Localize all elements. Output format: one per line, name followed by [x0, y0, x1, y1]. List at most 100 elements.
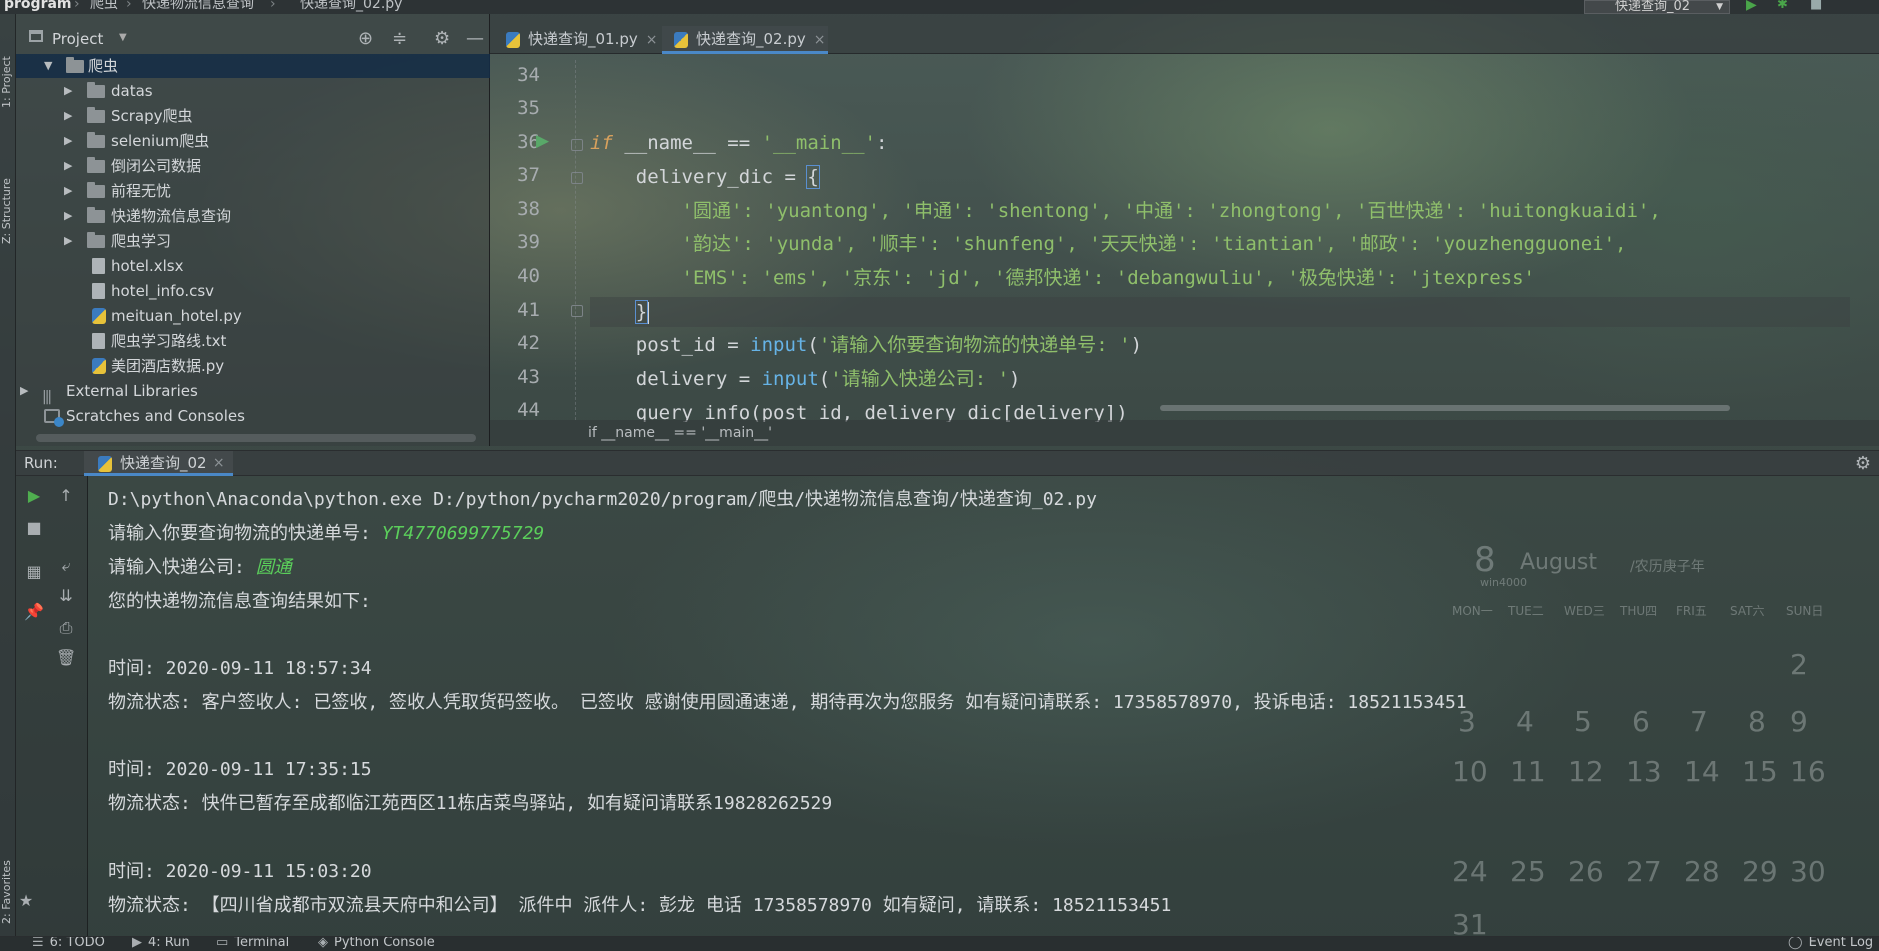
locate-icon[interactable]: ⊕ [358, 28, 373, 49]
stop-icon[interactable]: ■ [1810, 0, 1822, 11]
todo-tool-button[interactable]: ☰ 6: TODO [32, 936, 105, 951]
run-configuration-select[interactable]: 快递查询_02 ▼ [1584, 0, 1730, 14]
code-token: post_id = [590, 334, 751, 356]
bottom-tool-bar: ☰ 6: TODO ▶ 4: Run ▭ Terminal ◈ Python Conso… [0, 936, 1879, 951]
folder-icon [66, 57, 84, 73]
favorites-tool-button[interactable]: 2: Favorites [0, 824, 16, 924]
line-number: 35 [517, 97, 540, 119]
minimize-icon[interactable]: — [466, 28, 484, 49]
soft-wrap-icon[interactable]: ⤶ [56, 556, 76, 576]
chevron-right-icon[interactable]: ▶ [64, 79, 72, 103]
gear-icon[interactable]: ⚙ [434, 28, 450, 49]
tree-item-scrapy[interactable]: ▶ Scrapy爬虫 [16, 104, 490, 128]
code-token: __name__ == [612, 132, 762, 154]
scroll-to-end-icon[interactable]: ⇊ [56, 586, 76, 605]
close-icon[interactable]: × [646, 27, 658, 53]
todo-label: 6: TODO [49, 936, 105, 950]
chevron-right-icon[interactable]: ▶ [64, 154, 72, 178]
tree-item-label: Scratches and Consoles [66, 407, 245, 425]
gear-icon[interactable]: ⚙ [1855, 453, 1871, 474]
code-line-38: '圆通': 'yuantong', '申通': 'shentong', '中通'… [590, 200, 1661, 222]
chevron-right-icon[interactable]: ▶ [64, 229, 72, 253]
tree-item-roadmap-txt[interactable]: 爬虫学习路线.txt [16, 329, 490, 353]
trash-icon[interactable]: 🗑 [56, 648, 76, 667]
star-icon[interactable]: ★ [16, 891, 36, 910]
fold-icon[interactable] [571, 139, 583, 151]
tree-item-closed-companies[interactable]: ▶ 倒闭公司数据 [16, 154, 490, 178]
code-breadcrumb[interactable]: if __name__ == '__main__' [490, 420, 1879, 446]
tree-item-selenium[interactable]: ▶ selenium爬虫 [16, 129, 490, 153]
python-file-icon [674, 32, 688, 48]
tree-item-scratches[interactable]: Scratches and Consoles [16, 404, 490, 428]
run-tool-button[interactable]: ▶ 4: Run [132, 937, 190, 951]
console-line: 时间: 2020-09-11 18:57:34 [108, 658, 372, 679]
console-prompt: 请输入快递公司: [108, 557, 256, 578]
fold-icon[interactable] [571, 305, 583, 317]
close-icon[interactable]: × [814, 27, 826, 53]
structure-tool-button[interactable]: Z: Structure [0, 144, 16, 244]
run-toolbar: ▶ ↑ ■ ⤶ ▦ ⇊ 📌 ⎙ 🗑 ★ [16, 476, 88, 936]
pin-icon[interactable]: 📌 [24, 602, 44, 621]
tree-item-datas[interactable]: ▶ datas [16, 79, 490, 103]
console-line: 请输入你要查询物流的快递单号: YT4770699775729 [108, 520, 544, 548]
chevron-right-icon[interactable]: ▶ [20, 379, 28, 403]
console-prompt: 请输入你要查询物流的快递单号: [108, 523, 382, 544]
text-file-icon [92, 333, 105, 349]
run-configuration-label: 快递查询_02 [1615, 0, 1691, 14]
tree-item-hotel-info-csv[interactable]: hotel_info.csv [16, 279, 490, 303]
chevron-right-icon[interactable]: ▶ [64, 104, 72, 128]
terminal-tool-button[interactable]: ▭ Terminal [216, 937, 289, 951]
line-number: 36 [517, 131, 540, 153]
breadcrumb-subfolder[interactable]: 快递物流信息查询 [142, 0, 254, 11]
tree-item-51job[interactable]: ▶ 前程无忧 [16, 179, 490, 203]
breadcrumb-file[interactable]: 快递查询_02.py [300, 0, 402, 11]
tree-item-label: meituan_hotel.py [111, 307, 242, 325]
project-view-selector[interactable]: Project [52, 30, 103, 48]
project-tool-button[interactable]: 1: Project [0, 28, 16, 108]
tab-kuaidi-02[interactable]: 快递查询_02.py × [662, 26, 828, 54]
tree-item-external-libraries[interactable]: ▶ ||| External Libraries [16, 379, 490, 405]
code-line-36: if __name__ == '__main__': [590, 128, 887, 158]
python-console-tool-button[interactable]: ◈ Python Console [318, 936, 435, 951]
run-gutter-icon[interactable]: ▶ [536, 131, 549, 151]
layout-icon[interactable]: ▦ [24, 562, 44, 581]
rerun-icon[interactable]: ▶ [24, 486, 44, 505]
debug-icon[interactable]: ✱ [1777, 0, 1788, 11]
event-log-button[interactable]: ◯ Event Log [1788, 937, 1873, 951]
run-tab-label: 快递查询_02 [120, 454, 207, 472]
folder-icon [87, 82, 105, 98]
tree-item-hotel-xlsx[interactable]: hotel.xlsx [16, 254, 490, 278]
python-console-icon: ◈ [318, 936, 328, 950]
tree-item-express-query[interactable]: ▶ 快递物流信息查询 [16, 204, 490, 228]
stop-icon[interactable]: ■ [24, 518, 44, 537]
code-editor[interactable]: if __name__ == '__main__': delivery_dic … [590, 54, 1850, 422]
project-horizontal-scrollbar[interactable] [36, 434, 476, 442]
tree-item-meituan-data-py[interactable]: 美团酒店数据.py [16, 354, 490, 378]
code-line-41: } [590, 297, 1850, 327]
close-icon[interactable]: × [213, 451, 225, 475]
chevron-right-icon[interactable]: ▶ [64, 204, 72, 228]
chevron-down-icon[interactable]: ▼ [44, 54, 52, 78]
folder-icon [87, 182, 105, 198]
code-token: ( [807, 334, 819, 356]
tree-item-meituan-hotel-py[interactable]: meituan_hotel.py [16, 304, 490, 328]
breadcrumb-folder[interactable]: 爬虫 [90, 0, 118, 11]
run-tab[interactable]: 快递查询_02 × [84, 451, 233, 476]
editor-horizontal-scrollbar[interactable] [1160, 405, 1730, 411]
tree-item-crawler-study[interactable]: ▶ 爬虫学习 [16, 229, 490, 253]
code-line-44: query_info(post_id, delivery_dic[deliver… [590, 402, 1128, 422]
folder-icon [87, 232, 105, 248]
print-icon[interactable]: ⎙ [56, 618, 76, 638]
fold-icon[interactable] [571, 172, 583, 184]
chevron-right-icon[interactable]: ▶ [64, 129, 72, 153]
tab-kuaidi-01[interactable]: 快递查询_01.py × [494, 26, 660, 54]
tree-item-爬虫[interactable]: ▼ 爬虫 [16, 54, 490, 78]
line-number: 34 [517, 64, 540, 86]
breadcrumb-program[interactable]: program [4, 0, 72, 11]
collapse-all-icon[interactable]: ≑ [392, 28, 407, 49]
scroll-up-icon[interactable]: ↑ [56, 486, 76, 505]
chevron-right-icon[interactable]: ▶ [64, 179, 72, 203]
run-console[interactable]: D:\python\Anaconda\python.exe D:/python/… [90, 476, 1879, 936]
run-icon[interactable]: ▶ [1746, 0, 1757, 12]
keyword-token: if [590, 132, 613, 154]
